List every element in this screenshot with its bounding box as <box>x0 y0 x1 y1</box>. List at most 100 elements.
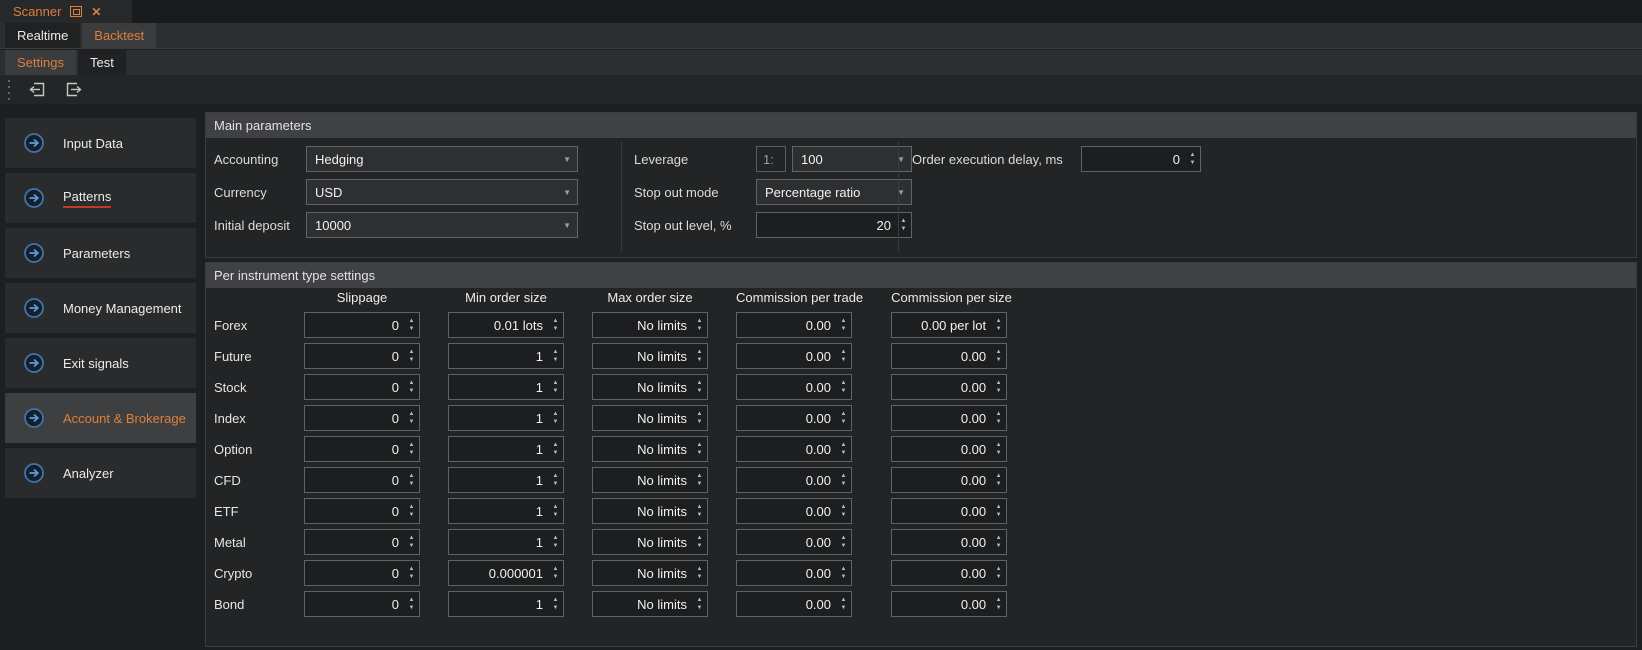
spinner-up-icon[interactable]: ▲ <box>996 380 1002 386</box>
spinner-down-icon[interactable]: ▼ <box>841 357 847 363</box>
spinner-up-icon[interactable]: ▲ <box>409 535 415 541</box>
commission-per-size-spinner[interactable]: 0.00 ▲▼ <box>891 374 1007 400</box>
spinner-up-icon[interactable]: ▲ <box>409 597 415 603</box>
max-order-size-spinner[interactable]: No limits ▲▼ <box>592 529 708 555</box>
spinner-up-icon[interactable]: ▲ <box>841 535 847 541</box>
spinner-down-icon[interactable]: ▼ <box>697 481 703 487</box>
leverage-select[interactable]: 100 ▼ <box>792 146 912 172</box>
max-order-size-spinner[interactable]: No limits ▲▼ <box>592 343 708 369</box>
spinner-down-icon[interactable]: ▼ <box>697 605 703 611</box>
slippage-spinner[interactable]: 0 ▲▼ <box>304 591 420 617</box>
stop-out-level-spinner[interactable]: 20 ▲ ▼ <box>756 212 912 238</box>
spinner-up-icon[interactable]: ▲ <box>553 349 559 355</box>
spinner-up-icon[interactable]: ▲ <box>697 442 703 448</box>
spinner-down-icon[interactable]: ▼ <box>697 543 703 549</box>
spinner-down-icon[interactable]: ▼ <box>409 543 415 549</box>
max-order-size-spinner[interactable]: No limits ▲▼ <box>592 498 708 524</box>
spinner-up-icon[interactable]: ▲ <box>697 349 703 355</box>
spinner-up-icon[interactable]: ▲ <box>841 442 847 448</box>
spinner-up-icon[interactable]: ▲ <box>841 380 847 386</box>
slippage-spinner[interactable]: 0 ▲▼ <box>304 343 420 369</box>
spinner-up-icon[interactable]: ▲ <box>697 318 703 324</box>
spinner-up-icon[interactable]: ▲ <box>553 318 559 324</box>
spinner-up-icon[interactable]: ▲ <box>553 597 559 603</box>
spinner-down-icon[interactable]: ▼ <box>409 450 415 456</box>
commission-per-trade-spinner[interactable]: 0.00 ▲▼ <box>736 343 852 369</box>
spinner-down-icon[interactable]: ▼ <box>841 450 847 456</box>
spinner-up-icon[interactable]: ▲ <box>841 349 847 355</box>
float-window-icon[interactable] <box>70 6 82 17</box>
spinner-up-icon[interactable]: ▲ <box>409 349 415 355</box>
slippage-spinner[interactable]: 0 ▲▼ <box>304 560 420 586</box>
spinner-up-icon[interactable]: ▲ <box>697 504 703 510</box>
spinner-down-icon[interactable]: ▼ <box>697 419 703 425</box>
spinner-down-icon[interactable]: ▼ <box>409 512 415 518</box>
spinner-down-icon[interactable]: ▼ <box>841 574 847 580</box>
spinner-down-icon[interactable]: ▼ <box>841 543 847 549</box>
sidebar-item-input-data[interactable]: Input Data <box>5 118 196 168</box>
order-execution-delay-spinner[interactable]: 0 ▲ ▼ <box>1081 146 1201 172</box>
max-order-size-spinner[interactable]: No limits ▲▼ <box>592 560 708 586</box>
spinner-up-icon[interactable]: ▲ <box>996 318 1002 324</box>
spinner-up-icon[interactable]: ▲ <box>409 504 415 510</box>
spinner-down-icon[interactable]: ▼ <box>996 450 1002 456</box>
commission-per-trade-spinner[interactable]: 0.00 ▲▼ <box>736 405 852 431</box>
spinner-up-icon[interactable]: ▲ <box>996 597 1002 603</box>
spinner-down-icon[interactable]: ▼ <box>409 357 415 363</box>
slippage-spinner[interactable]: 0 ▲▼ <box>304 529 420 555</box>
spinner-down-icon[interactable]: ▼ <box>697 574 703 580</box>
close-icon[interactable]: ✕ <box>91 5 101 19</box>
commission-per-size-spinner[interactable]: 0.00 ▲▼ <box>891 467 1007 493</box>
spinner-down-icon[interactable]: ▼ <box>409 326 415 332</box>
slippage-spinner[interactable]: 0 ▲▼ <box>304 374 420 400</box>
min-order-size-spinner[interactable]: 1 ▲▼ <box>448 591 564 617</box>
sidebar-item-patterns[interactable]: Patterns <box>5 173 196 223</box>
spinner-down-icon[interactable]: ▼ <box>841 419 847 425</box>
commission-per-size-spinner[interactable]: 0.00 ▲▼ <box>891 560 1007 586</box>
spinner-up-icon[interactable]: ▲ <box>553 411 559 417</box>
tab-test[interactable]: Test <box>78 50 126 75</box>
commission-per-size-spinner[interactable]: 0.00 ▲▼ <box>891 405 1007 431</box>
spinner-down-icon[interactable]: ▼ <box>996 357 1002 363</box>
slippage-spinner[interactable]: 0 ▲▼ <box>304 436 420 462</box>
spinner-down-icon[interactable]: ▼ <box>553 481 559 487</box>
spinner-down-icon[interactable]: ▼ <box>841 388 847 394</box>
spinner-up-icon[interactable]: ▲ <box>409 473 415 479</box>
spinner-up-icon[interactable]: ▲ <box>697 473 703 479</box>
spinner-down-icon[interactable]: ▼ <box>996 326 1002 332</box>
spinner-up-icon[interactable]: ▲ <box>996 411 1002 417</box>
spinner-down-icon[interactable]: ▼ <box>697 512 703 518</box>
spinner-down-icon[interactable]: ▼ <box>996 574 1002 580</box>
spinner-up-icon[interactable]: ▲ <box>409 442 415 448</box>
spinner-down-icon[interactable]: ▼ <box>553 574 559 580</box>
spinner-down-icon[interactable]: ▼ <box>996 481 1002 487</box>
spinner-down-icon[interactable]: ▼ <box>553 419 559 425</box>
spinner-down-icon[interactable]: ▼ <box>996 605 1002 611</box>
spinner-down-icon[interactable]: ▼ <box>901 226 907 232</box>
spinner-down-icon[interactable]: ▼ <box>841 481 847 487</box>
min-order-size-spinner[interactable]: 0.01 lots ▲▼ <box>448 312 564 338</box>
spinner-up-icon[interactable]: ▲ <box>1190 152 1196 158</box>
max-order-size-spinner[interactable]: No limits ▲▼ <box>592 467 708 493</box>
spinner-down-icon[interactable]: ▼ <box>553 605 559 611</box>
max-order-size-spinner[interactable]: No limits ▲▼ <box>592 405 708 431</box>
slippage-spinner[interactable]: 0 ▲▼ <box>304 312 420 338</box>
commission-per-trade-spinner[interactable]: 0.00 ▲▼ <box>736 436 852 462</box>
slippage-spinner[interactable]: 0 ▲▼ <box>304 498 420 524</box>
spinner-up-icon[interactable]: ▲ <box>553 442 559 448</box>
spinner-down-icon[interactable]: ▼ <box>841 512 847 518</box>
spinner-up-icon[interactable]: ▲ <box>553 504 559 510</box>
spinner-up-icon[interactable]: ▲ <box>841 473 847 479</box>
tab-backtest[interactable]: Backtest <box>82 23 156 48</box>
spinner-down-icon[interactable]: ▼ <box>409 481 415 487</box>
commission-per-trade-spinner[interactable]: 0.00 ▲▼ <box>736 498 852 524</box>
tab-realtime[interactable]: Realtime <box>5 23 80 48</box>
spinner-down-icon[interactable]: ▼ <box>553 450 559 456</box>
min-order-size-spinner[interactable]: 1 ▲▼ <box>448 436 564 462</box>
spinner-up-icon[interactable]: ▲ <box>996 504 1002 510</box>
slippage-spinner[interactable]: 0 ▲▼ <box>304 467 420 493</box>
spinner-up-icon[interactable]: ▲ <box>996 473 1002 479</box>
commission-per-trade-spinner[interactable]: 0.00 ▲▼ <box>736 529 852 555</box>
spinner-up-icon[interactable]: ▲ <box>697 597 703 603</box>
spinner-up-icon[interactable]: ▲ <box>841 597 847 603</box>
